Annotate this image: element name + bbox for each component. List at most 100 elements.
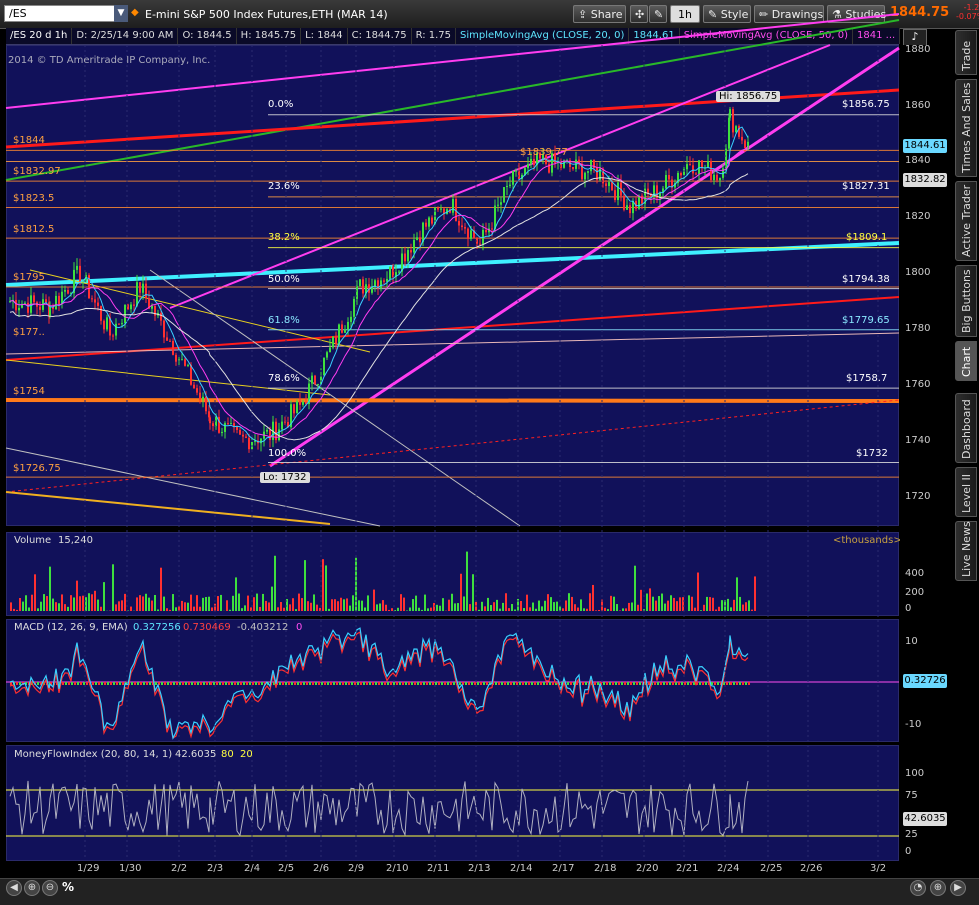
macd-histogram-bar bbox=[570, 682, 572, 685]
macd-histogram-bar bbox=[495, 682, 497, 685]
volume-bar bbox=[520, 601, 522, 611]
volume-units: <thousands> bbox=[833, 535, 902, 546]
macd-histogram-bar bbox=[140, 682, 142, 685]
zoom-out-icon[interactable]: ⊖ bbox=[42, 880, 58, 896]
volume-bar bbox=[691, 597, 693, 611]
volume-bar bbox=[745, 602, 747, 611]
macd-histogram-bar bbox=[164, 682, 166, 685]
tab-big-buttons[interactable]: Big Buttons bbox=[955, 265, 977, 337]
volume-bar bbox=[412, 599, 414, 611]
mfi-oversold: 20 bbox=[240, 749, 253, 760]
price-candle bbox=[341, 324, 343, 332]
volume-bar bbox=[541, 606, 543, 611]
scroll-right-icon[interactable]: ▶ bbox=[950, 880, 966, 896]
macd-histogram-bar bbox=[170, 682, 172, 685]
macd-histogram-bar bbox=[516, 682, 518, 685]
volume-bar bbox=[688, 595, 690, 611]
macd-histogram-bar bbox=[249, 682, 251, 685]
price-candle bbox=[701, 160, 703, 168]
tab-trade[interactable]: Trade bbox=[955, 30, 977, 75]
volume-bar bbox=[121, 600, 123, 611]
date-tick: 2/25 bbox=[760, 863, 782, 874]
macd-histogram-bar bbox=[609, 682, 611, 685]
price-candle bbox=[611, 182, 613, 190]
axis-tick: 0 bbox=[905, 846, 911, 857]
percent-toggle[interactable]: % bbox=[62, 880, 74, 894]
volume-bar bbox=[142, 596, 144, 611]
price-candle bbox=[130, 304, 132, 309]
macd-histogram-bar bbox=[360, 682, 362, 685]
price-candle bbox=[614, 190, 616, 200]
volume-bar bbox=[283, 608, 285, 611]
price-candle bbox=[686, 164, 688, 169]
macd-badge: 0.32726 bbox=[903, 674, 947, 688]
price-candle bbox=[39, 307, 41, 310]
macd-histogram-bar bbox=[513, 682, 515, 685]
macd-histogram-bar bbox=[624, 682, 626, 685]
macd-histogram-bar bbox=[200, 682, 202, 685]
volume-bar bbox=[730, 607, 732, 611]
price-candle bbox=[136, 282, 138, 306]
mfi-label[interactable]: MoneyFlowIndex (20, 80, 14, 1) bbox=[14, 749, 172, 760]
volume-bar bbox=[124, 594, 126, 611]
date-tick: 2/26 bbox=[800, 863, 822, 874]
volume-bar bbox=[610, 596, 612, 611]
macd-diff: -0.403212 bbox=[237, 622, 288, 633]
tab-times-and-sales[interactable]: Times And Sales bbox=[955, 79, 977, 177]
trendline-red-dashed bbox=[6, 400, 899, 492]
volume-bar bbox=[709, 597, 711, 611]
macd-histogram-bar bbox=[77, 682, 79, 685]
tab-chart[interactable]: Chart bbox=[955, 341, 977, 381]
mfi-overbought: 80 bbox=[221, 749, 234, 760]
price-candle bbox=[326, 352, 328, 357]
macd-histogram-bar bbox=[74, 682, 76, 685]
volume-bar bbox=[577, 608, 579, 611]
macd-histogram-bar bbox=[62, 682, 64, 685]
macd-histogram-bar bbox=[345, 682, 347, 685]
price-candle bbox=[440, 209, 442, 210]
macd-histogram-bar bbox=[71, 682, 73, 685]
price-candle bbox=[248, 438, 250, 449]
macd-histogram-bar bbox=[736, 682, 738, 685]
scroll-left-icon[interactable]: ◀ bbox=[6, 880, 22, 896]
expand-icon[interactable]: ◔ bbox=[910, 880, 926, 896]
macd-histogram-bar bbox=[252, 682, 254, 685]
fib-value: $1794.38 bbox=[842, 274, 890, 285]
volume-bar bbox=[373, 590, 375, 611]
volume-bar bbox=[655, 601, 657, 611]
tab-level-ii[interactable]: Level II bbox=[955, 467, 977, 517]
price-candle bbox=[515, 171, 517, 172]
price-candle bbox=[470, 230, 472, 239]
volume-bar bbox=[157, 609, 159, 611]
volume-bar bbox=[304, 560, 306, 611]
price-candle bbox=[347, 322, 349, 329]
trendline-pink bbox=[6, 333, 899, 354]
price-axis[interactable] bbox=[900, 45, 952, 526]
tab-live-news[interactable]: Live News bbox=[955, 521, 977, 581]
price-candle bbox=[163, 321, 165, 338]
macd-histogram-bar bbox=[396, 682, 398, 685]
zoom-in-icon[interactable]: ⊕ bbox=[930, 880, 946, 896]
macd-histogram-bar bbox=[549, 682, 551, 685]
macd-histogram-bar bbox=[327, 682, 329, 685]
tab-dashboard[interactable]: Dashboard bbox=[955, 393, 977, 463]
date-tick: 2/4 bbox=[244, 863, 260, 874]
tab-active-trader[interactable]: Active Trader bbox=[955, 181, 977, 261]
volume-bar bbox=[340, 598, 342, 611]
macd-histogram-bar bbox=[705, 682, 707, 685]
macd-histogram-bar bbox=[546, 682, 548, 685]
volume-label[interactable]: Volume bbox=[14, 535, 51, 546]
price-candle bbox=[121, 323, 123, 324]
macd-histogram-bar bbox=[733, 682, 735, 685]
volume-bar bbox=[424, 595, 426, 611]
fib-pct: 78.6% bbox=[268, 373, 300, 384]
macd-histogram-bar bbox=[648, 682, 650, 685]
zoom-icon[interactable]: ⊕ bbox=[24, 880, 40, 896]
volume-bar bbox=[529, 607, 531, 611]
macd-histogram-bar bbox=[669, 682, 671, 685]
volume-bar bbox=[487, 598, 489, 611]
macd-histogram-bar bbox=[176, 682, 178, 685]
macd-label[interactable]: MACD (12, 26, 9, EMA) bbox=[14, 622, 128, 633]
volume-bar bbox=[235, 577, 237, 611]
price-candle bbox=[64, 290, 66, 292]
